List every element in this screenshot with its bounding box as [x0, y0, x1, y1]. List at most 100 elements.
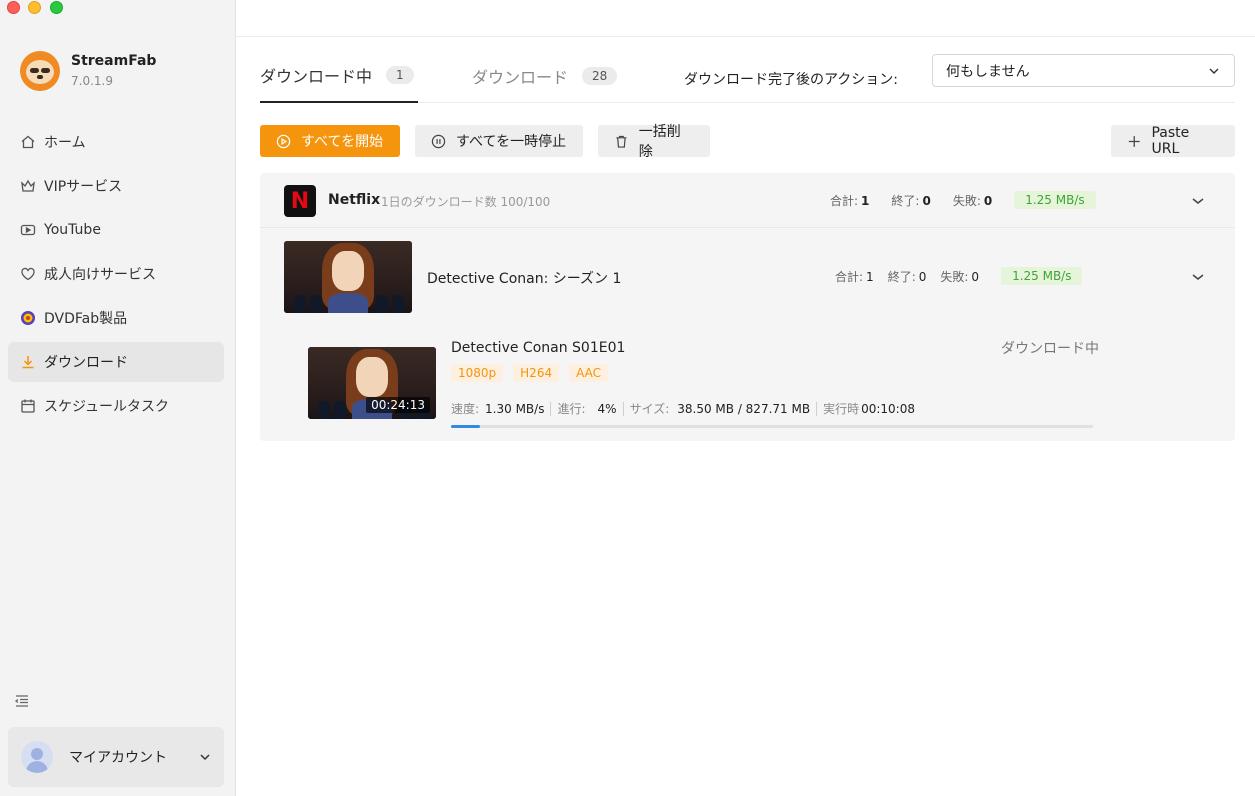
- collapse-sidebar-icon[interactable]: [14, 693, 30, 709]
- season-stats: 合計: 1 終了: 0 失敗: 0 1.25 MB/s: [835, 267, 1083, 285]
- app-window: StreamFab 7.0.1.9 ホーム VIPサービス YouTube 成人…: [0, 0, 1255, 796]
- size-label: サイズ:: [629, 402, 670, 416]
- delete-all-button[interactable]: 一括削除: [598, 124, 710, 160]
- paste-url-button[interactable]: Paste URL: [1111, 125, 1235, 157]
- codec-tag: H264: [513, 364, 560, 382]
- pause-all-button[interactable]: すべてを一時停止: [415, 125, 583, 157]
- season-title: Detective Conan: シーズン 1: [427, 271, 622, 287]
- streamfab-logo-icon: [20, 51, 60, 91]
- duration-label: 00:24:13: [366, 397, 430, 413]
- tab-count-badge: 1: [386, 66, 414, 84]
- total-label: 合計:: [835, 269, 864, 284]
- failed-count: 0: [971, 269, 980, 284]
- tab-label: ダウンロード: [472, 68, 569, 87]
- progress-bar: [451, 425, 1093, 428]
- chevron-down-icon[interactable]: [1190, 269, 1206, 285]
- paste-url-label: Paste URL: [1151, 125, 1190, 157]
- pause-all-label: すべてを一時停止: [456, 134, 567, 150]
- sidebar-item-schedule[interactable]: スケジュールタスク: [8, 386, 224, 426]
- heart-icon: [20, 266, 36, 282]
- tab-downloaded[interactable]: ダウンロード 28: [472, 49, 618, 103]
- speed-value: 1.30 MB/s: [485, 401, 545, 416]
- episode-status: ダウンロード中: [1001, 341, 1099, 357]
- service-group: N Netflix 1日のダウンロード数 100/100 合計: 1 終了: 0 失…: [260, 173, 1235, 441]
- size-value: 38.50 MB / 827.71 MB: [677, 401, 811, 416]
- progress-bar-fill: [451, 425, 480, 428]
- download-tabs: ダウンロード中 1 ダウンロード 28 ダウンロード完了後のアクション: 何もし…: [260, 49, 1235, 103]
- service-header: N Netflix 1日のダウンロード数 100/100 合計: 1 終了: 0 失…: [260, 173, 1235, 228]
- speed-badge: 1.25 MB/s: [1014, 191, 1096, 209]
- speed-badge: 1.25 MB/s: [1001, 267, 1083, 285]
- progress-label: 進行:: [557, 402, 586, 416]
- episode-info: 速度: 1.30 MB/s 進行: 4% サイズ: 38.50 MB / 827…: [451, 400, 921, 417]
- total-count: 1: [866, 269, 874, 284]
- service-quota: 1日のダウンロード数 100/100: [381, 195, 551, 209]
- sidebar-item-label: VIPサービス: [44, 179, 123, 195]
- youtube-icon: [20, 222, 36, 238]
- post-action-select[interactable]: 何もしません: [932, 54, 1235, 87]
- title-bar: [236, 0, 1255, 37]
- dvdfab-icon: [20, 310, 36, 326]
- episode-thumbnail: 00:24:13: [308, 347, 436, 419]
- sidebar-nav: ホーム VIPサービス YouTube 成人向けサービス DVDFab製品 ダウ…: [8, 122, 224, 430]
- pause-icon: [431, 134, 446, 148]
- avatar: [21, 741, 53, 773]
- sidebar-item-youtube[interactable]: YouTube: [8, 210, 224, 250]
- divider: [816, 401, 818, 416]
- sidebar-item-label: スケジュールタスク: [44, 399, 170, 415]
- season-thumbnail: [284, 241, 412, 313]
- total-count: 1: [861, 193, 870, 208]
- sidebar-item-label: DVDFab製品: [44, 311, 128, 327]
- chevron-down-icon: [1209, 68, 1219, 74]
- tab-downloading[interactable]: ダウンロード中 1: [260, 49, 418, 103]
- zoom-window-button[interactable]: [50, 1, 63, 14]
- tab-count-badge: 28: [582, 67, 618, 85]
- progress-value: 4%: [597, 401, 617, 416]
- chevron-down-icon[interactable]: [1190, 193, 1206, 209]
- minimize-window-button[interactable]: [28, 1, 41, 14]
- brand: StreamFab 7.0.1.9: [20, 51, 156, 91]
- sidebar-item-label: YouTube: [44, 222, 101, 238]
- account-menu[interactable]: マイアカウント: [8, 727, 224, 787]
- chevron-down-icon: [200, 754, 210, 761]
- elapsed-label: 実行時: [823, 402, 860, 416]
- failed-count: 0: [983, 193, 993, 208]
- sidebar-item-vip[interactable]: VIPサービス: [8, 166, 224, 206]
- episode-title: Detective Conan S01E01: [451, 340, 626, 356]
- toolbar: すべてを開始 すべてを一時停止 一括削除 Paste URL: [260, 124, 1235, 160]
- failed-label: 失敗:: [952, 193, 981, 208]
- crown-icon: [20, 178, 36, 194]
- sidebar-item-download[interactable]: ダウンロード: [8, 342, 224, 382]
- account-label: マイアカウント: [69, 750, 167, 766]
- calendar-icon: [20, 398, 36, 414]
- total-label: 合計:: [830, 193, 859, 208]
- sidebar-item-dvdfab[interactable]: DVDFab製品: [8, 298, 224, 338]
- elapsed-value: 00:10:08: [861, 401, 915, 416]
- sidebar-item-adult[interactable]: 成人向けサービス: [8, 254, 224, 294]
- resolution-tag: 1080p: [451, 364, 504, 382]
- sidebar-item-label: 成人向けサービス: [44, 267, 156, 283]
- start-all-label: すべてを開始: [301, 134, 384, 150]
- service-name: Netflix: [328, 192, 381, 208]
- sidebar-item-label: ダウンロード: [44, 355, 128, 371]
- play-icon: [276, 134, 291, 148]
- app-version: 7.0.1.9: [71, 74, 113, 88]
- close-window-button[interactable]: [7, 1, 20, 14]
- divider: [550, 401, 552, 416]
- sidebar-item-home[interactable]: ホーム: [8, 122, 224, 162]
- trash-icon: [616, 135, 627, 148]
- failed-label: 失敗:: [940, 269, 969, 284]
- main-panel: ダウンロード中 1 ダウンロード 28 ダウンロード完了後のアクション: 何もし…: [236, 0, 1255, 796]
- done-label: 終了:: [887, 269, 916, 284]
- episode-row[interactable]: 00:24:13 Detective Conan S01E01 ダウンロード中 …: [260, 331, 1235, 441]
- plus-icon: [1128, 135, 1140, 147]
- download-icon: [20, 354, 36, 370]
- home-icon: [20, 134, 36, 150]
- done-count: 0: [922, 193, 931, 208]
- tab-label: ダウンロード中: [260, 67, 373, 86]
- season-row[interactable]: Detective Conan: シーズン 1 合計: 1 終了: 0 失敗: 0 1…: [260, 229, 1235, 319]
- sidebar: StreamFab 7.0.1.9 ホーム VIPサービス YouTube 成人…: [0, 0, 236, 796]
- sidebar-item-label: ホーム: [44, 135, 86, 151]
- speed-label: 速度:: [451, 402, 480, 416]
- start-all-button[interactable]: すべてを開始: [260, 125, 400, 157]
